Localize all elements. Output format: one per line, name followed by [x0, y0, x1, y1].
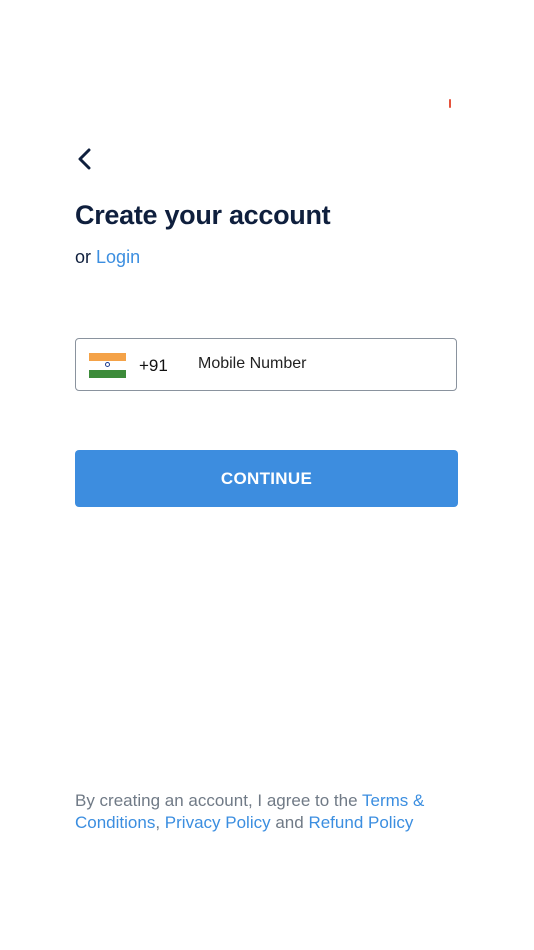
mobile-number-input[interactable]	[198, 349, 438, 379]
flag-chakra	[104, 362, 110, 368]
india-flag-icon[interactable]	[89, 353, 126, 378]
status-indicator	[449, 99, 451, 108]
privacy-policy-link[interactable]: Privacy Policy	[165, 813, 271, 832]
back-button[interactable]	[70, 144, 100, 174]
refund-policy-link[interactable]: Refund Policy	[308, 813, 413, 832]
login-link[interactable]: Login	[96, 247, 140, 267]
continue-button[interactable]: CONTINUE	[75, 450, 458, 507]
chevron-left-icon	[78, 148, 91, 170]
terms-prefix: By creating an account, I agree to the	[75, 791, 358, 810]
terms-separator: ,	[155, 813, 161, 832]
login-prefix: or	[75, 247, 92, 267]
flag-band-green	[89, 369, 126, 378]
country-code[interactable]: +91	[139, 356, 168, 376]
page-title: Create your account	[75, 200, 331, 230]
flag-band-white	[89, 361, 126, 370]
terms-and: and	[275, 813, 304, 832]
login-line: or Login	[75, 247, 140, 268]
flag-band-saffron	[89, 353, 126, 362]
terms-notice: By creating an account, I agree to the T…	[75, 790, 467, 834]
phone-field: +91	[75, 338, 457, 391]
